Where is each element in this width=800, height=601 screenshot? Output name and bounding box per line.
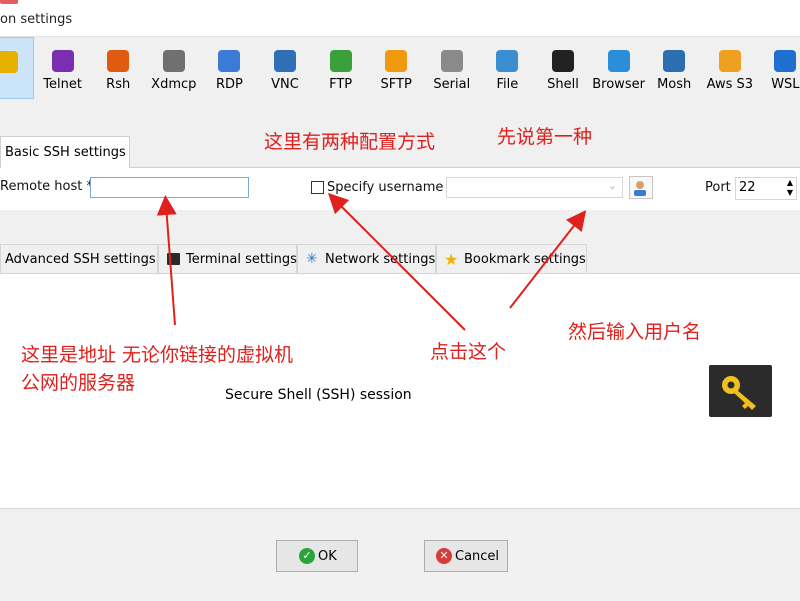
arrow-to-checkbox: [327, 192, 466, 331]
annotation-arrows: [156, 192, 587, 331]
arrow-to-remote-host: [156, 195, 177, 326]
arrow-to-username: [509, 210, 587, 309]
